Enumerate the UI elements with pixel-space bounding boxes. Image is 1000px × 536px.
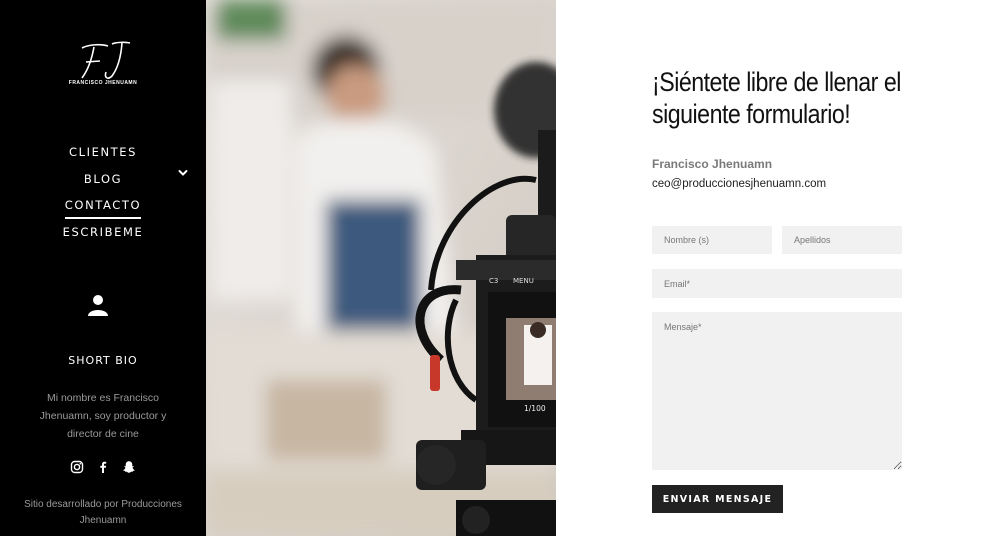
contact-section: ¡Siéntete libre de llenar el siguiente f… [556,0,1000,536]
facebook-icon[interactable] [96,460,110,474]
user-icon [88,295,108,316]
site-credit: Sitio desarrollado por Producciones Jhen… [24,499,182,526]
page-title: ¡Siéntete libre de llenar el siguiente f… [652,67,901,129]
mensaje-textarea[interactable] [652,312,902,470]
social-links [0,458,206,476]
hero-photo: C3 MENU 1/100 [206,0,556,536]
contact-name: Francisco Jhenuamn [652,157,773,171]
camera-menu-label: MENU [513,277,534,285]
nombre-input[interactable] [652,226,772,254]
camera-counter: 1/100 [524,404,546,413]
apellidos-input[interactable] [782,226,902,254]
chevron-down-icon[interactable] [176,166,190,180]
instagram-icon[interactable] [70,460,84,474]
nav-item-escribeme[interactable]: ESCRIBEME [0,222,206,249]
sidebar: FRANCISCO JHENUAMN CLIENTES BLOG CONTACT… [0,0,206,536]
contact-email[interactable]: ceo@produccionesjhenuamn.com [652,178,826,190]
submit-button[interactable]: ENVIAR MENSAJE [652,485,783,513]
camera-illustration: C3 MENU 1/100 [206,0,556,536]
snapchat-icon[interactable] [122,460,136,474]
main-nav: CLIENTES BLOG CONTACTO ESCRIBEME [0,142,206,248]
nav-item-clientes[interactable]: CLIENTES [0,142,206,169]
camera-mode-label: C3 [489,277,498,285]
nav-item-contacto[interactable]: CONTACTO [0,195,206,222]
email-input[interactable] [652,269,902,298]
bio-text: Mi nombre es Francisco Jhenuamn, soy pro… [39,392,167,440]
logo-subtitle: FRANCISCO JHENUAMN [68,80,138,86]
bio-title: SHORT BIO [68,354,138,367]
